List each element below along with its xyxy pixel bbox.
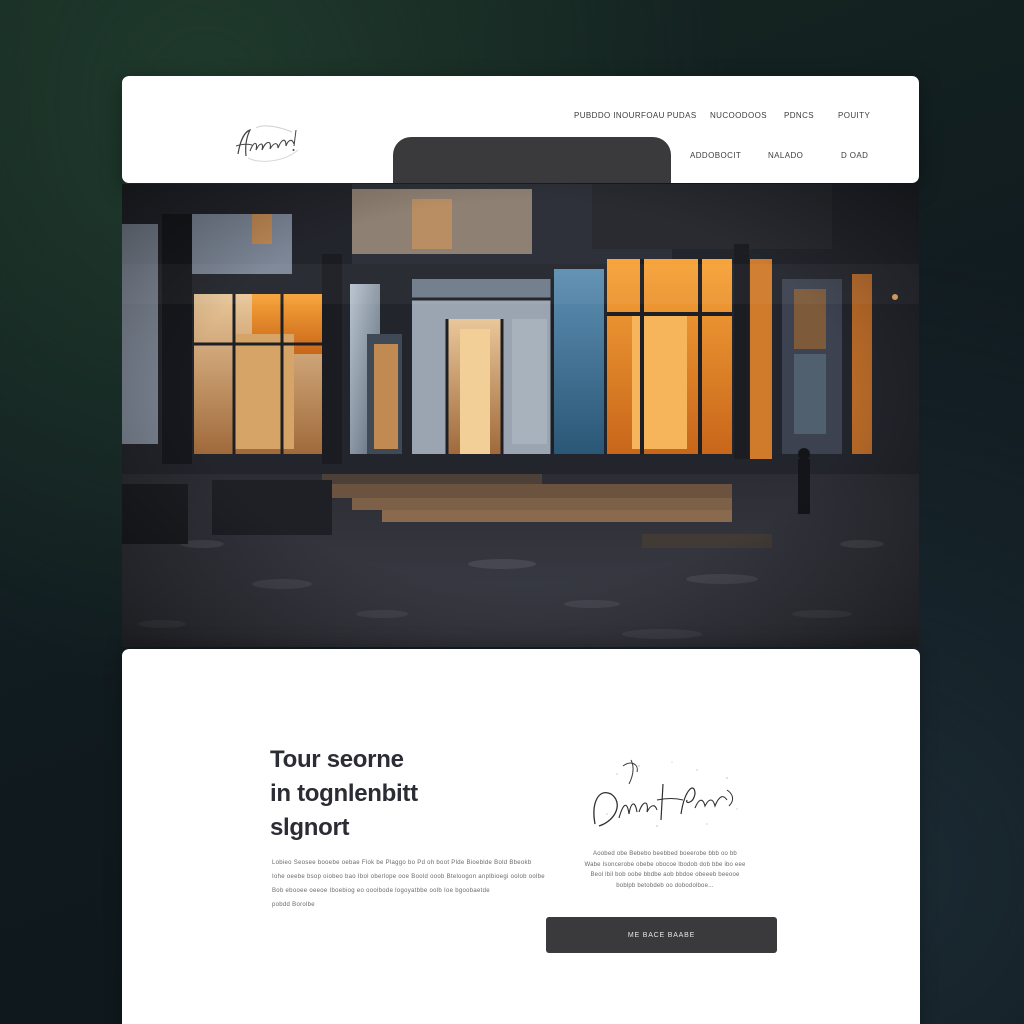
hero-image: [122, 184, 919, 647]
nav-link[interactable]: D OAD: [841, 151, 868, 160]
cta-button[interactable]: ME BACE BAABE: [546, 917, 777, 953]
caption-line: Beol lbil bob oobe bbdbe aob bbdoe obeee…: [590, 872, 740, 878]
nav-link[interactable]: PUDAS: [667, 111, 697, 120]
body-line: Bob ebooee oeeoe Iboebiog eo ooolbode lo…: [272, 888, 490, 894]
nav-link[interactable]: NALADO: [768, 151, 803, 160]
caption-line: Aoobed obe Bebebo beebbed boeerobe bbb o…: [593, 851, 737, 857]
headline-line: in tognlenbitt: [270, 780, 418, 807]
page-title: Tour seorne in tognlenbitt slgnort: [270, 743, 500, 845]
header-tab[interactable]: [393, 137, 671, 183]
storefront-illustration: [122, 184, 919, 647]
body-line: Lobieo Seosee booebe oebae Flok be Plagg…: [272, 860, 532, 866]
nav-link[interactable]: PDNCS: [784, 111, 814, 120]
headline-line: slgnort: [270, 814, 350, 841]
caption-line: Wabe Isoncerobe obebe obocoe lbodob dob …: [584, 861, 746, 868]
nav-link[interactable]: POUITY: [838, 111, 870, 120]
body-line: Iohe oeebe bsop oiobeo bao Ibol oberlope…: [272, 874, 545, 880]
body-line: pobdd Borolbe: [272, 902, 315, 908]
body-paragraph: Lobieo Seosee booebe oebae Flok be Plagg…: [272, 856, 554, 912]
signature-image: [593, 759, 738, 828]
brand-logo[interactable]: [226, 118, 306, 168]
content-card: Tour seorne in tognlenbitt slgnort Lobie…: [122, 649, 920, 1024]
nav-link[interactable]: PUBDDO INOURFOAU: [574, 111, 665, 120]
nav-link[interactable]: ADDOBOCIT: [690, 151, 741, 160]
site-header: PUBDDO INOURFOAU PUDAS NUCOODOOS PDNCS P…: [122, 76, 919, 183]
headline-line: Tour seorne: [270, 746, 404, 773]
signature-caption: Aoobed obe Bebebo beebbed boeerobe bbb o…: [572, 849, 758, 891]
nav-link[interactable]: NUCOODOOS: [710, 111, 767, 120]
caption-line: boblpb betobdeb oo dobodolboe...: [616, 882, 714, 889]
